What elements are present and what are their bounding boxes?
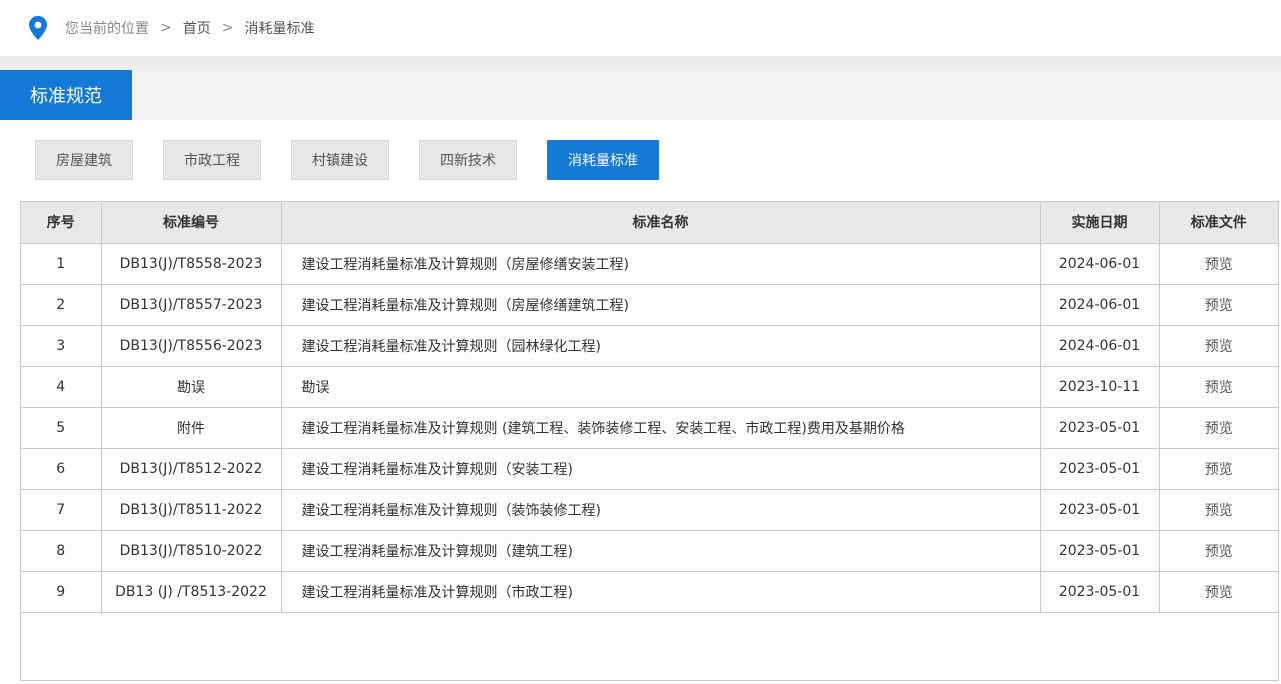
standard-name: 建设工程消耗量标准及计算规则（房屋修缮安装工程) [280, 242, 1041, 285]
table-row: 5 附件 建设工程消耗量标准及计算规则 (建筑工程、装饰装修工程、安装工程、市政… [21, 406, 1278, 449]
preview-link[interactable]: 预览 [1158, 242, 1278, 285]
table-row: 2 DB13(J)/T8557-2023 建设工程消耗量标准及计算规则（房屋修缮… [21, 283, 1278, 326]
effective-date: 2023-05-01 [1039, 447, 1160, 490]
preview-link[interactable]: 预览 [1158, 570, 1278, 613]
column-header-code: 标准编号 [100, 202, 282, 244]
standard-name: 建设工程消耗量标准及计算规则（房屋修缮建筑工程) [280, 283, 1041, 326]
standards-table: 序号 标准编号 标准名称 实施日期 标准文件 1 DB13(J)/T8558-2… [21, 202, 1278, 613]
column-header-file: 标准文件 [1158, 202, 1278, 244]
tab-housing-construction[interactable]: 房屋建筑 [35, 140, 133, 180]
row-number: 3 [21, 324, 102, 367]
preview-link[interactable]: 预览 [1158, 488, 1278, 531]
row-number: 9 [21, 570, 102, 613]
table-row: 9 DB13 (J) /T8513-2022 建设工程消耗量标准及计算规则（市政… [21, 570, 1278, 613]
table-row: 7 DB13(J)/T8511-2022 建设工程消耗量标准及计算规则（装饰装修… [21, 488, 1278, 531]
preview-link[interactable]: 预览 [1158, 447, 1278, 490]
breadcrumb-separator: > [160, 20, 172, 36]
standard-name: 建设工程消耗量标准及计算规则（市政工程) [280, 570, 1041, 613]
table-row: 1 DB13(J)/T8558-2023 建设工程消耗量标准及计算规则（房屋修缮… [21, 242, 1278, 285]
breadcrumb: 您当前的位置 > 首页 > 消耗量标准 [0, 0, 1281, 56]
standard-name: 建设工程消耗量标准及计算规则（园林绿化工程) [280, 324, 1041, 367]
column-header-name: 标准名称 [280, 202, 1041, 244]
standard-code: DB13(J)/T8511-2022 [100, 488, 282, 531]
preview-link[interactable]: 预览 [1158, 529, 1278, 572]
standard-code: DB13(J)/T8556-2023 [100, 324, 282, 367]
row-number: 5 [21, 406, 102, 449]
preview-link[interactable]: 预览 [1158, 283, 1278, 326]
category-tabs: 房屋建筑 市政工程 村镇建设 四新技术 消耗量标准 [35, 140, 689, 180]
preview-link[interactable]: 预览 [1158, 365, 1278, 408]
standard-code: DB13(J)/T8558-2023 [100, 242, 282, 285]
section-banner: 标准规范 [0, 56, 1281, 120]
table-row: 3 DB13(J)/T8556-2023 建设工程消耗量标准及计算规则（园林绿化… [21, 324, 1278, 367]
effective-date: 2023-05-01 [1039, 570, 1160, 613]
section-title: 标准规范 [0, 70, 132, 120]
standard-name: 建设工程消耗量标准及计算规则（建筑工程) [280, 529, 1041, 572]
effective-date: 2023-05-01 [1039, 488, 1160, 531]
row-number: 1 [21, 242, 102, 285]
effective-date: 2024-06-01 [1039, 324, 1160, 367]
row-number: 8 [21, 529, 102, 572]
effective-date: 2024-06-01 [1039, 283, 1160, 326]
effective-date: 2023-05-01 [1039, 406, 1160, 449]
banner-image-strip [0, 56, 1281, 70]
standard-name: 勘误 [280, 365, 1041, 408]
effective-date: 2024-06-01 [1039, 242, 1160, 285]
row-number: 2 [21, 283, 102, 326]
table-row: 6 DB13(J)/T8512-2022 建设工程消耗量标准及计算规则（安装工程… [21, 447, 1278, 490]
preview-link[interactable]: 预览 [1158, 406, 1278, 449]
effective-date: 2023-05-01 [1039, 529, 1160, 572]
standard-code: DB13 (J) /T8513-2022 [100, 570, 282, 613]
tab-new-technology[interactable]: 四新技术 [419, 140, 517, 180]
table-row: 8 DB13(J)/T8510-2022 建设工程消耗量标准及计算规则（建筑工程… [21, 529, 1278, 572]
row-number: 7 [21, 488, 102, 531]
column-header-date: 实施日期 [1039, 202, 1160, 244]
standard-code: DB13(J)/T8557-2023 [100, 283, 282, 326]
standard-name: 建设工程消耗量标准及计算规则 (建筑工程、装饰装修工程、安装工程、市政工程)费用… [280, 406, 1041, 449]
tab-village-construction[interactable]: 村镇建设 [291, 140, 389, 180]
column-header-no: 序号 [21, 202, 102, 244]
standard-code: DB13(J)/T8510-2022 [100, 529, 282, 572]
location-pin-icon [28, 16, 48, 40]
standard-name: 建设工程消耗量标准及计算规则（装饰装修工程) [280, 488, 1041, 531]
table-header-row: 序号 标准编号 标准名称 实施日期 标准文件 [21, 202, 1278, 244]
standard-code: 附件 [100, 406, 282, 449]
breadcrumb-home-link[interactable]: 首页 [183, 18, 211, 38]
breadcrumb-current[interactable]: 消耗量标准 [244, 18, 314, 38]
standard-code: DB13(J)/T8512-2022 [100, 447, 282, 490]
row-number: 4 [21, 365, 102, 408]
breadcrumb-separator: > [221, 20, 234, 36]
standard-name: 建设工程消耗量标准及计算规则（安装工程) [280, 447, 1041, 490]
breadcrumb-prefix: 您当前的位置 [65, 21, 149, 37]
standards-table-container: 序号 标准编号 标准名称 实施日期 标准文件 1 DB13(J)/T8558-2… [20, 201, 1279, 681]
row-number: 6 [21, 447, 102, 490]
tab-consumption-standard[interactable]: 消耗量标准 [547, 140, 659, 180]
tab-municipal-engineering[interactable]: 市政工程 [163, 140, 261, 180]
standard-code: 勘误 [100, 365, 282, 408]
preview-link[interactable]: 预览 [1158, 324, 1278, 367]
table-row: 4 勘误 勘误 2023-10-11 预览 [21, 365, 1278, 408]
effective-date: 2023-10-11 [1039, 365, 1160, 408]
